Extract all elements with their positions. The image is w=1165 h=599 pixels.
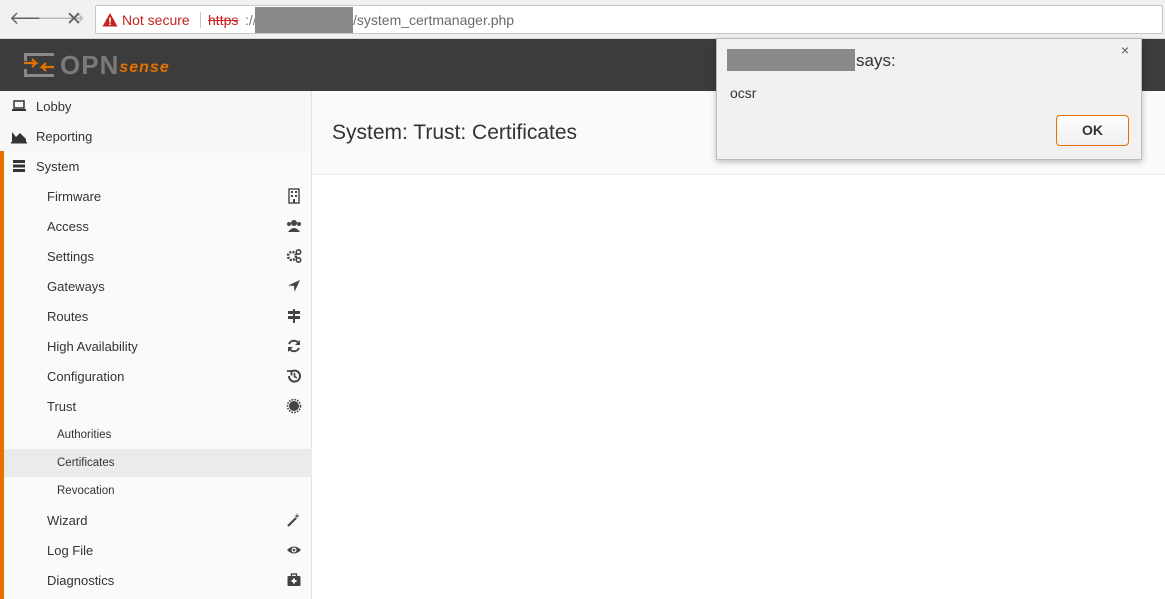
sidebar-item-gateways[interactable]: Gateways [4,271,315,301]
sidebar-item-system[interactable]: System [0,151,311,181]
back-arrow-icon[interactable]: 🡐 [9,8,57,30]
sidebar-item-label: Firmware [47,189,102,204]
alert-dialog: says: × ocsr OK [716,38,1142,160]
dialog-message: ocsr [730,85,757,101]
opnsense-logo-text[interactable]: OPNsense [60,50,170,81]
sidebar-item-label: Access [47,219,89,234]
logo-wordmark: OPN [60,50,120,80]
sidebar-item-label: Configuration [47,369,125,384]
url-path: /system_certmanager.php [353,12,515,28]
sidebar-item-configuration[interactable]: Configuration [4,361,315,391]
sidebar-item-firmware[interactable]: Firmware [4,181,315,211]
sidebar: Lobby Reporting System Firmware Access S… [0,91,315,599]
sidebar-item-label: Revocation [57,485,115,497]
sidebar-item-label: Lobby [36,99,72,114]
browser-toolbar: 🡐 🡒 ✕ Not secure https :// /system_certm… [0,0,1165,39]
sidebar-item-label: Gateways [47,279,105,294]
system-section: System Firmware Access Settings Gateways… [0,151,315,599]
sidebar-item-trust[interactable]: Trust [4,391,315,421]
location-arrow-icon [288,280,300,292]
redacted-host [255,7,353,33]
page-title: System: Trust: Certificates [332,121,578,144]
sidebar-item-label: Log File [47,543,94,558]
omnibox-divider [200,12,201,28]
logo-accent: sense [119,59,170,76]
sidebar-item-label: Diagnostics [47,573,115,588]
sidebar-item-routes[interactable]: Routes [4,301,315,331]
history-icon [287,369,301,383]
sidebar-item-label: Certificates [57,457,115,469]
opnsense-logo-icon[interactable] [22,49,56,81]
warning-triangle-icon [102,13,118,27]
laptop-icon [12,100,26,111]
sidebar-item-label: Settings [47,249,94,264]
sidebar-item-label: Reporting [36,129,93,144]
sidebar-item-label: System [36,159,80,174]
medkit-icon [287,573,301,586]
sidebar-item-authorities[interactable]: Authorities [4,421,315,449]
not-secure-label[interactable]: Not secure [122,12,190,28]
area-chart-icon [11,132,27,144]
sidebar-item-label: High Availability [47,339,138,354]
sidebar-item-wizard[interactable]: Wizard [4,505,315,535]
stop-loading-icon[interactable]: ✕ [63,8,85,30]
ok-button[interactable]: OK [1056,115,1129,146]
certificate-icon [286,398,302,414]
server-icon [13,160,25,172]
map-signs-icon [288,309,300,323]
sidebar-item-label: Routes [47,309,89,324]
url-scheme: https [208,12,239,28]
forward-arrow-icon[interactable]: 🡒 [37,8,85,30]
address-bar[interactable]: Not secure https :// /system_certmanager… [95,5,1163,34]
sidebar-item-certificates[interactable]: Certificates [4,449,315,477]
sidebar-item-settings[interactable]: Settings [4,241,315,271]
building-icon [288,188,300,204]
sidebar-item-reporting[interactable]: Reporting [0,121,311,151]
cogs-icon [286,248,302,264]
sidebar-item-revocation[interactable]: Revocation [4,477,315,505]
close-icon[interactable]: × [1121,42,1129,58]
magic-icon [287,513,300,527]
dialog-says-label: says: [856,51,896,70]
eye-icon [287,546,301,554]
sidebar-item-lobby[interactable]: Lobby [0,91,311,121]
main-content: System: Trust: Certificates [312,91,1165,599]
sidebar-item-diagnostics[interactable]: Diagnostics [4,565,315,595]
sidebar-item-access[interactable]: Access [4,211,315,241]
sidebar-item-label: Wizard [47,513,88,528]
sidebar-item-log-file[interactable]: Log File [4,535,315,565]
redacted-origin [727,49,855,71]
refresh-icon [288,339,300,353]
sidebar-item-label: Authorities [57,429,112,441]
users-icon [287,220,301,232]
sidebar-item-high-availability[interactable]: High Availability [4,331,315,361]
sidebar-item-label: Trust [47,399,77,414]
